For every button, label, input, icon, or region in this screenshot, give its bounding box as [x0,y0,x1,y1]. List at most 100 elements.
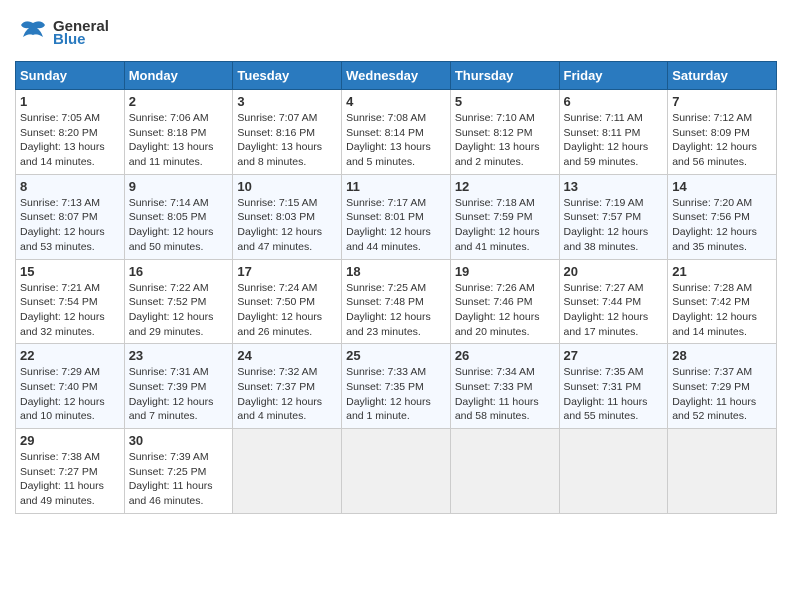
sunset-text: Sunset: 8:20 PM [20,127,98,139]
day-info: Sunrise: 7:14 AM Sunset: 8:05 PM Dayligh… [129,196,229,255]
calendar-body: 1 Sunrise: 7:05 AM Sunset: 8:20 PM Dayli… [16,90,777,514]
sunset-text: Sunset: 8:16 PM [237,127,315,139]
day-info: Sunrise: 7:12 AM Sunset: 8:09 PM Dayligh… [672,111,772,170]
daylight-text: Daylight: 12 hours and 10 minutes. [20,396,105,423]
sunrise-text: Sunrise: 7:22 AM [129,282,209,294]
day-info: Sunrise: 7:26 AM Sunset: 7:46 PM Dayligh… [455,281,555,340]
day-number: 29 [20,433,120,448]
day-info: Sunrise: 7:06 AM Sunset: 8:18 PM Dayligh… [129,111,229,170]
calendar-week-row: 8 Sunrise: 7:13 AM Sunset: 8:07 PM Dayli… [16,174,777,259]
calendar-cell: 25 Sunrise: 7:33 AM Sunset: 7:35 PM Dayl… [342,344,451,429]
sunset-text: Sunset: 7:37 PM [237,381,315,393]
sunset-text: Sunset: 7:48 PM [346,296,424,308]
page-header: General Blue [15,15,777,51]
calendar-cell: 20 Sunrise: 7:27 AM Sunset: 7:44 PM Dayl… [559,259,668,344]
weekday-header: Friday [559,62,668,90]
day-number: 12 [455,179,555,194]
calendar-cell: 6 Sunrise: 7:11 AM Sunset: 8:11 PM Dayli… [559,90,668,175]
day-number: 13 [564,179,664,194]
daylight-text: Daylight: 12 hours and 14 minutes. [672,311,757,338]
sunrise-text: Sunrise: 7:05 AM [20,112,100,124]
daylight-text: Daylight: 12 hours and 41 minutes. [455,226,540,253]
logo-container: General Blue [15,15,109,51]
daylight-text: Daylight: 12 hours and 1 minute. [346,396,431,423]
calendar-cell: 13 Sunrise: 7:19 AM Sunset: 7:57 PM Dayl… [559,174,668,259]
sunrise-text: Sunrise: 7:14 AM [129,197,209,209]
sunrise-text: Sunrise: 7:37 AM [672,366,752,378]
calendar-cell: 24 Sunrise: 7:32 AM Sunset: 7:37 PM Dayl… [233,344,342,429]
day-number: 2 [129,94,229,109]
sunrise-text: Sunrise: 7:21 AM [20,282,100,294]
daylight-text: Daylight: 13 hours and 2 minutes. [455,141,540,168]
calendar-cell: 11 Sunrise: 7:17 AM Sunset: 8:01 PM Dayl… [342,174,451,259]
calendar-cell: 12 Sunrise: 7:18 AM Sunset: 7:59 PM Dayl… [450,174,559,259]
daylight-text: Daylight: 12 hours and 17 minutes. [564,311,649,338]
day-number: 18 [346,264,446,279]
daylight-text: Daylight: 12 hours and 44 minutes. [346,226,431,253]
sunrise-text: Sunrise: 7:17 AM [346,197,426,209]
sunset-text: Sunset: 8:09 PM [672,127,750,139]
day-info: Sunrise: 7:13 AM Sunset: 8:07 PM Dayligh… [20,196,120,255]
sunrise-text: Sunrise: 7:15 AM [237,197,317,209]
calendar-cell: 15 Sunrise: 7:21 AM Sunset: 7:54 PM Dayl… [16,259,125,344]
calendar-cell: 8 Sunrise: 7:13 AM Sunset: 8:07 PM Dayli… [16,174,125,259]
sunrise-text: Sunrise: 7:11 AM [564,112,643,124]
day-info: Sunrise: 7:19 AM Sunset: 7:57 PM Dayligh… [564,196,664,255]
day-number: 28 [672,348,772,363]
sunset-text: Sunset: 7:59 PM [455,211,533,223]
day-number: 25 [346,348,446,363]
calendar-cell [559,429,668,514]
day-info: Sunrise: 7:07 AM Sunset: 8:16 PM Dayligh… [237,111,337,170]
logo: General Blue [15,15,109,51]
daylight-text: Daylight: 12 hours and 53 minutes. [20,226,105,253]
calendar-cell [342,429,451,514]
daylight-text: Daylight: 12 hours and 32 minutes. [20,311,105,338]
calendar-cell: 19 Sunrise: 7:26 AM Sunset: 7:46 PM Dayl… [450,259,559,344]
sunset-text: Sunset: 7:52 PM [129,296,207,308]
weekday-row: SundayMondayTuesdayWednesdayThursdayFrid… [16,62,777,90]
day-number: 15 [20,264,120,279]
calendar-cell: 22 Sunrise: 7:29 AM Sunset: 7:40 PM Dayl… [16,344,125,429]
calendar-week-row: 29 Sunrise: 7:38 AM Sunset: 7:27 PM Dayl… [16,429,777,514]
sunrise-text: Sunrise: 7:29 AM [20,366,100,378]
calendar-header: SundayMondayTuesdayWednesdayThursdayFrid… [16,62,777,90]
day-number: 1 [20,94,120,109]
weekday-header: Wednesday [342,62,451,90]
day-number: 10 [237,179,337,194]
calendar-cell: 30 Sunrise: 7:39 AM Sunset: 7:25 PM Dayl… [124,429,233,514]
daylight-text: Daylight: 11 hours and 49 minutes. [20,480,104,507]
weekday-header: Sunday [16,62,125,90]
daylight-text: Daylight: 13 hours and 5 minutes. [346,141,431,168]
calendar-cell: 10 Sunrise: 7:15 AM Sunset: 8:03 PM Dayl… [233,174,342,259]
sunset-text: Sunset: 7:29 PM [672,381,750,393]
day-number: 17 [237,264,337,279]
logo-bird-icon [15,15,51,51]
day-info: Sunrise: 7:21 AM Sunset: 7:54 PM Dayligh… [20,281,120,340]
day-number: 24 [237,348,337,363]
calendar-week-row: 22 Sunrise: 7:29 AM Sunset: 7:40 PM Dayl… [16,344,777,429]
sunset-text: Sunset: 7:33 PM [455,381,533,393]
calendar-cell: 27 Sunrise: 7:35 AM Sunset: 7:31 PM Dayl… [559,344,668,429]
sunset-text: Sunset: 7:44 PM [564,296,642,308]
day-number: 11 [346,179,446,194]
day-number: 14 [672,179,772,194]
day-number: 23 [129,348,229,363]
day-info: Sunrise: 7:22 AM Sunset: 7:52 PM Dayligh… [129,281,229,340]
weekday-header: Thursday [450,62,559,90]
day-info: Sunrise: 7:25 AM Sunset: 7:48 PM Dayligh… [346,281,446,340]
sunrise-text: Sunrise: 7:18 AM [455,197,535,209]
sunset-text: Sunset: 8:18 PM [129,127,207,139]
sunrise-text: Sunrise: 7:07 AM [237,112,317,124]
sunset-text: Sunset: 7:56 PM [672,211,750,223]
daylight-text: Daylight: 12 hours and 59 minutes. [564,141,649,168]
calendar-cell: 23 Sunrise: 7:31 AM Sunset: 7:39 PM Dayl… [124,344,233,429]
daylight-text: Daylight: 12 hours and 29 minutes. [129,311,214,338]
day-info: Sunrise: 7:28 AM Sunset: 7:42 PM Dayligh… [672,281,772,340]
sunrise-text: Sunrise: 7:26 AM [455,282,535,294]
calendar-cell [233,429,342,514]
sunset-text: Sunset: 7:35 PM [346,381,424,393]
sunrise-text: Sunrise: 7:34 AM [455,366,535,378]
calendar-cell: 18 Sunrise: 7:25 AM Sunset: 7:48 PM Dayl… [342,259,451,344]
daylight-text: Daylight: 12 hours and 47 minutes. [237,226,322,253]
day-number: 9 [129,179,229,194]
